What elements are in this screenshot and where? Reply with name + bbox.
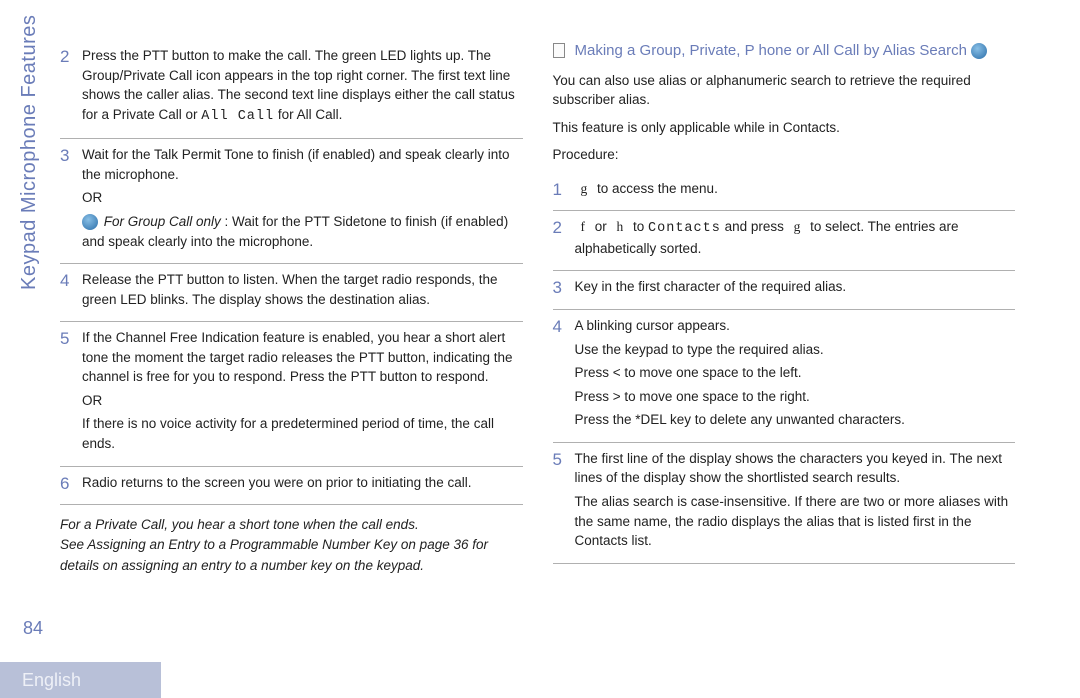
section-side-label: Keypad Microphone Features <box>18 15 41 290</box>
step-text: g to access the menu. <box>575 179 1016 203</box>
heading-marker-icon <box>553 43 565 58</box>
note-1: For a Private Call, you hear a short ton… <box>60 515 523 535</box>
step-text: The first line of the display shows the … <box>575 449 1016 555</box>
heading-text: Making a Group, Private, P hone or All C… <box>575 42 967 59</box>
step-line: Key in the first character of the requir… <box>575 277 1016 297</box>
step-number: 6 <box>60 473 82 497</box>
step-text: f or h to Contacts and press g to select… <box>575 217 1016 262</box>
step-line: OR <box>82 188 523 208</box>
button-glyph: g <box>788 219 807 234</box>
italic-text: For Group Call only <box>100 214 221 229</box>
step-text: Release the PTT button to listen. When t… <box>82 270 523 313</box>
step-line: The first line of the display shows the … <box>575 449 1016 488</box>
step-line-with-icon: For Group Call only : Wait for the PTT S… <box>82 212 523 251</box>
intro-line-1: You can also use alias or alphanumeric s… <box>553 71 1016 110</box>
step-item: 3Key in the first character of the requi… <box>553 271 1016 310</box>
step-number: 3 <box>60 145 82 255</box>
step-item: 6Radio returns to the screen you were on… <box>60 467 523 506</box>
step-item: 3Wait for the Talk Permit Tone to finish… <box>60 139 523 264</box>
left-column: 2Press the PTT button to make the call. … <box>60 40 523 625</box>
step-line: Release the PTT button to listen. When t… <box>82 270 523 309</box>
button-glyph: h <box>611 219 630 234</box>
step-line: If the Channel Free Indication feature i… <box>82 328 523 387</box>
step-line: Press > to move one space to the right. <box>575 387 1016 407</box>
step-number: 5 <box>60 328 82 457</box>
step-line: The alias search is case-insensitive. If… <box>575 492 1016 551</box>
step-text: Key in the first character of the requir… <box>575 277 1016 301</box>
text-run: to <box>629 219 648 234</box>
step-item: 1g to access the menu. <box>553 173 1016 212</box>
mono-text: All Call <box>201 109 274 124</box>
text-run: or <box>591 219 611 234</box>
section-heading: Making a Group, Private, P hone or All C… <box>553 40 1016 63</box>
step-line: f or h to Contacts and press g to select… <box>575 217 1016 258</box>
notes-block: For a Private Call, you hear a short ton… <box>60 515 523 576</box>
step-number: 5 <box>553 449 575 555</box>
step-line: Wait for the Talk Permit Tone to finish … <box>82 145 523 184</box>
language-label: English <box>0 662 161 698</box>
button-glyph: g <box>575 181 594 196</box>
step-number: 2 <box>553 217 575 262</box>
step-text: Press the PTT button to make the call. T… <box>82 46 523 130</box>
step-number: 2 <box>60 46 82 130</box>
page-number: 84 <box>23 618 43 639</box>
step-line: Use the keypad to type the required alia… <box>575 340 1016 360</box>
step-item: 2f or h to Contacts and press g to selec… <box>553 211 1016 271</box>
text-run: and press <box>721 219 788 234</box>
step-line: Press the PTT button to make the call. T… <box>82 46 523 126</box>
note-text: See Assigning an Entry to a Programmable… <box>60 537 488 572</box>
mono-text: Contacts <box>648 221 721 236</box>
step-number: 4 <box>553 316 575 434</box>
step-item: 5The first line of the display shows the… <box>553 443 1016 564</box>
step-text: Wait for the Talk Permit Tone to finish … <box>82 145 523 255</box>
button-glyph: f <box>575 219 592 234</box>
step-line: Press the *DEL key to delete any unwante… <box>575 410 1016 430</box>
text-run: for All Call. <box>274 107 342 122</box>
step-text: If the Channel Free Indication feature i… <box>82 328 523 457</box>
step-line: g to access the menu. <box>575 179 1016 199</box>
step-line: If there is no voice activity for a pred… <box>82 414 523 453</box>
step-line: OR <box>82 391 523 411</box>
step-line: Radio returns to the screen you were on … <box>82 473 523 493</box>
step-item: 4A blinking cursor appears. Use the keypa… <box>553 310 1016 443</box>
intro-block: You can also use alias or alphanumeric s… <box>553 71 1016 165</box>
step-line: Press < to move one space to the left. <box>575 363 1016 383</box>
step-text: Radio returns to the screen you were on … <box>82 473 523 497</box>
step-item: 2Press the PTT button to make the call. … <box>60 40 523 139</box>
group-icon <box>82 214 98 230</box>
intro-line-3: Procedure: <box>553 145 1016 165</box>
step-number: 3 <box>553 277 575 301</box>
step-item: 5If the Channel Free Indication feature … <box>60 322 523 466</box>
note-2: See Assigning an Entry to a Programmable… <box>60 535 523 576</box>
step-text: A blinking cursor appears. Use the keypad… <box>575 316 1016 434</box>
right-column: Making a Group, Private, P hone or All C… <box>553 40 1016 625</box>
page-content: 2Press the PTT button to make the call. … <box>60 40 1015 625</box>
step-number: 4 <box>60 270 82 313</box>
step-item: 4Release the PTT button to listen. When … <box>60 264 523 322</box>
text-run: to access the menu. <box>593 181 718 196</box>
step-number: 1 <box>553 179 575 203</box>
step-line: A blinking cursor appears. <box>575 316 1016 336</box>
intro-line-2: This feature is only applicable while in… <box>553 118 1016 138</box>
group-icon <box>971 43 987 59</box>
